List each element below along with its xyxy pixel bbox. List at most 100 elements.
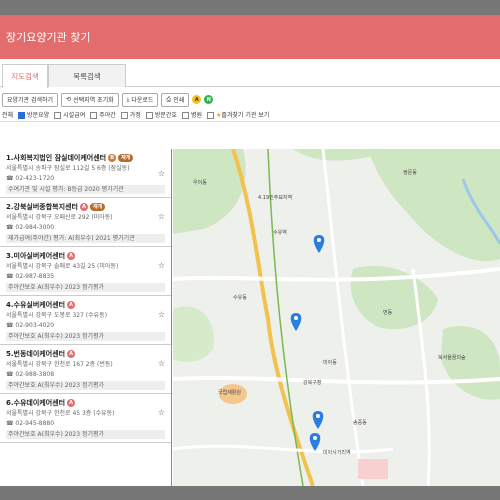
facility-search-label: 요양기관 검색하기 [7,97,54,104]
map-label: 강북구청 [303,380,322,386]
facility-list-item[interactable]: 1.사회복지법인 잠실데이케어센터 B 재개 ☆ 서울특별시 송파구 잠실로 112길 … [0,149,171,198]
filter-checked[interactable]: 방문요양 [18,110,49,119]
checkbox-icon[interactable] [120,112,128,119]
checkbox-icon[interactable] [145,112,153,119]
tab-map-search-label: 지도검색 [11,72,39,81]
facility-name[interactable]: 4.수유실버케어센터 A [6,300,165,310]
checkbox-icon[interactable] [54,112,62,119]
filter-opt4[interactable]: 가정 [120,110,141,119]
filter-opt3[interactable]: 주야간 [90,110,116,119]
filter-opt5-label: 방문간호 [154,112,177,119]
tab-list-search[interactable]: 목록검색 [48,64,126,87]
map-label: 국립재활원 [218,390,242,396]
main-area: 1.사회복지법인 잠실데이케어센터 B 재개 ☆ 서울특별시 송파구 잠실로 112길 … [0,149,500,486]
status-pill: 재개 [89,203,106,211]
grade-badge: A [67,350,76,358]
map-label: 수유역 [273,230,287,236]
checkbox-icon[interactable] [181,112,189,119]
tab-map-search[interactable]: 지도검색 [2,64,48,88]
map-label: 송중동 [353,420,367,426]
facility-name[interactable]: 3.미아실버케어센터 A [6,251,165,261]
map-label: 우이동 [193,180,207,186]
checkbox-checked-icon[interactable] [18,112,26,119]
facility-address: 서울특별시 강북구 한천로 45 3층 (수유동) [6,410,115,417]
download-icon: ⤓ [126,95,130,103]
status-pill: 재개 [118,154,134,162]
facility-address: 서울특별시 강북구 오패산로 292 (미아동) [6,214,113,221]
filter-opt2-label: 시설급여 [63,112,86,119]
facility-phone: ☎ 02-988-3808 [6,371,55,378]
download-button[interactable]: ⤓ 다운로드 [121,92,159,107]
favorite-star-icon[interactable]: ☆ [158,408,165,417]
filter-favorites[interactable]: ★즐겨찾기 기관 보기 [206,110,269,119]
grade-badge: A [67,399,76,407]
facility-address: 서울특별시 강북구 도봉로 327 (수유동) [6,312,108,319]
facility-list-item[interactable]: 3.미아실버케어센터 A ☆ 서울특별시 강북구 솔매로 43길 25 (미아동) ☎ … [0,247,171,296]
facility-phone: ☎ 02-423-1720 [6,175,55,182]
filter-opt3-label: 주야간 [99,112,116,119]
facility-search-button[interactable]: 요양기관 검색하기 [2,92,59,107]
map-label: 수유동 [233,295,247,301]
facility-title: 1.사회복지법인 잠실데이케어센터 [6,154,107,162]
filter-opt4-label: 가정 [129,112,141,119]
facility-name[interactable]: 6.수유데이케어센터 A [6,398,165,408]
filter-opt2[interactable]: 시설급여 [54,110,85,119]
facility-list-item[interactable]: 6.수유데이케어센터 A ☆ 서울특별시 강북구 한천로 45 3층 (수유동) ☎ 0… [0,394,171,443]
facility-address: 서울특별시 강북구 한천로 167 2층 (번동) [6,361,113,368]
grade-badge: A [67,301,76,309]
facility-grade: 주야간보호 A(최우수) 2023 정기평가 [6,381,165,390]
facility-phone: ☎ 02-903-4020 [6,322,55,329]
favorite-star-icon[interactable]: ☆ [158,310,165,319]
tab-list-search-label: 목록검색 [73,71,101,81]
map-label: 미아동 [323,360,337,366]
refresh-icon: ⟲ [66,96,72,103]
reset-region-button[interactable]: ⟲ 선택지역 초기화 [61,92,119,107]
title-bar: 장기요양기관 찾기 [0,15,500,59]
printer-icon: ⎙ [166,95,172,103]
facility-phone: ☎ 02-984-3000 [6,224,55,231]
filter-checked-label: 방문요양 [27,112,50,119]
app-window: 장기요양기관 찾기 지도검색 목록검색 요양기관 검색하기 ⟲ 선택지역 초기화 … [0,15,500,486]
facility-phone: ☎ 02-945-8880 [6,420,55,427]
naver-icon[interactable]: N [204,95,214,104]
filter-opt5[interactable]: 방문간호 [145,110,177,119]
checkbox-icon[interactable] [206,112,214,119]
facility-grade: 재가급여(주야간) 평가: A(최우수) 2021 평가기관 [6,234,165,243]
map-view[interactable]: 수유동 미아동 번동 강북구청 수유역 미아사거리역 4.19민주묘지역 우이동… [173,149,500,486]
grade-badge: A [67,252,76,260]
map-label: 쌍문동 [403,170,417,176]
print-button[interactable]: ⎙ 인쇄 [161,92,190,107]
grade-badge: A [79,203,88,211]
favorite-star-icon[interactable]: ☆ [158,261,165,270]
facility-list: 1.사회복지법인 잠실데이케어센터 B 재개 ☆ 서울특별시 송파구 잠실로 112길 … [0,149,172,486]
print-label: 인쇄 [173,97,185,104]
reset-label: 선택지역 초기화 [73,97,114,104]
favorite-star-icon[interactable]: ☆ [158,359,165,368]
map-canvas [173,149,500,486]
favorite-star-icon[interactable]: ☆ [158,212,165,221]
filter-opt6[interactable]: 병원 [181,110,202,119]
facility-name[interactable]: 5.번동데이케어센터 A [6,349,165,359]
facility-name[interactable]: 2.강북실버종합복지센터 A 재개 [6,202,165,212]
filter-bar: 전체 방문요양 시설급여 주야간 가정 방문간호 병원 ★즐겨찾기 기관 보기 [0,108,500,122]
filter-opt6-label: 병원 [190,112,202,119]
facility-title: 3.미아실버케어센터 [6,252,66,260]
facility-list-item[interactable]: 4.수유실버케어센터 A ☆ 서울특별시 강북구 도봉로 327 (수유동) ☎ 02-… [0,296,171,345]
facility-grade: 주야간보호 A(최우수) 2023 정기평가 [6,332,165,341]
facility-grade: 주야간보호 A(최우수) 2023 정기평가 [6,283,165,292]
facility-title: 6.수유데이케어센터 [6,399,66,407]
facility-title: 5.번동데이케어센터 [6,350,66,358]
favorite-star-icon[interactable]: ☆ [158,169,165,178]
checkbox-icon[interactable] [90,112,98,119]
facility-list-item[interactable]: 5.번동데이케어센터 A ☆ 서울특별시 강북구 한천로 167 2층 (번동) ☎ 0… [0,345,171,394]
facility-grade: 주야간보호 A(최우수) 2023 정기평가 [6,430,165,439]
grade-a-icon[interactable]: A [192,95,202,104]
facility-name[interactable]: 1.사회복지법인 잠실데이케어센터 B 재개 [6,153,165,163]
facility-address: 서울특별시 송파구 잠실로 112길 5 6층 (잠실동) [6,165,130,172]
download-label: 다운로드 [131,97,154,104]
filter-all-label: 전체 [2,112,14,119]
facility-list-item[interactable]: 2.강북실버종합복지센터 A 재개 ☆ 서울특별시 강북구 오패산로 292 (미아동)… [0,198,171,247]
facility-grade: 수여기관 및 시설 평가: B등급 2020 평가기관 [6,185,165,194]
grade-badge: B [108,154,117,162]
map-label: 4.19민주묘지역 [258,195,293,201]
